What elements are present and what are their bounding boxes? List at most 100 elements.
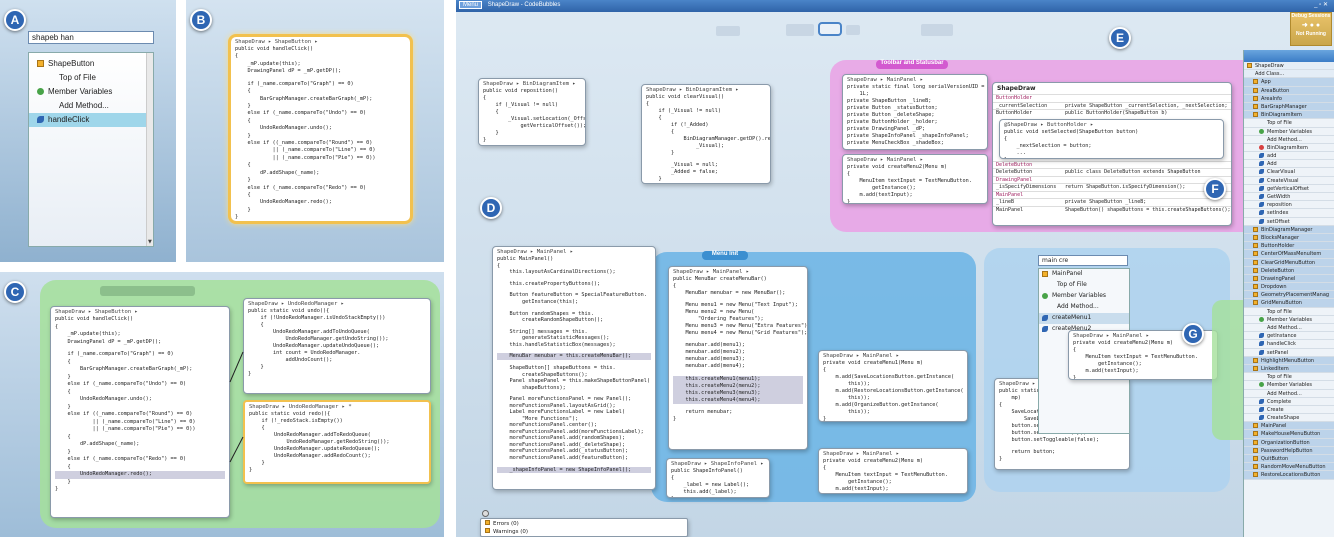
code-bubble-handleclick[interactable]: ShapeDraw ▸ ShapeButton ▸ public void ha… (50, 306, 230, 518)
tree-item[interactable]: Add (1244, 160, 1334, 169)
stop-icon[interactable]: ● (1316, 22, 1320, 29)
tree-item[interactable]: MakeHouseMenuButton (1244, 430, 1334, 439)
tree-item[interactable]: Member Variables (1244, 127, 1334, 136)
code-line[interactable]: menubar.add(menu3); (673, 356, 803, 363)
code-line[interactable]: m.add(SaveLocationsButton.getInstance( (823, 374, 963, 381)
code-line[interactable]: Menu menu3 = new Menu("Extra Features"); (673, 323, 807, 330)
code-line[interactable]: } (248, 364, 426, 371)
code-line[interactable]: } (248, 371, 426, 378)
code-line[interactable]: UndoRedoManager.undo(); (55, 396, 225, 404)
reference-row[interactable]: _lineB private ShapeButton _lineB; (993, 198, 1231, 206)
code-line[interactable]: { (249, 425, 425, 432)
code-line[interactable]: MenuBar menubar = this.createMenuBar(); (497, 353, 651, 360)
code-line[interactable]: { (483, 95, 581, 102)
code-line[interactable]: } (235, 103, 406, 110)
tree-item[interactable]: getVerticalOffset (1244, 184, 1334, 193)
tree-item[interactable]: PasswordHelpButton (1244, 446, 1334, 455)
code-line[interactable]: { (55, 434, 225, 442)
code-line[interactable]: UndoRedoManager.undo(); (235, 125, 406, 132)
code-line[interactable]: public void handleClick() (55, 316, 225, 324)
code-line[interactable]: private Button _statusButton; (847, 105, 983, 112)
problem-row[interactable]: Warnings (0) (485, 528, 683, 536)
list-item[interactable]: ShapeButton (29, 57, 153, 71)
code-line[interactable]: private void createMenu1(Menu m) (823, 360, 963, 367)
code-bubble-reposition[interactable]: ShapeDraw ▸ BinDiagramItem ▸ public void… (478, 78, 586, 146)
tree-item[interactable]: BinDiagramItem (1244, 111, 1334, 120)
code-line[interactable]: || (_name.compareTo("Pie") == 0)) (235, 155, 406, 162)
code-line[interactable]: else if (_name.compareTo("Redo") == 0) (55, 456, 225, 464)
tree-item[interactable]: getInstance (1244, 332, 1334, 341)
code-area[interactable]: public void handleClick(){ _mP.update(th… (231, 45, 410, 223)
tree-item[interactable]: Add Method... (1244, 389, 1334, 398)
code-line[interactable]: { (847, 171, 983, 178)
search-input[interactable]: main cre (1038, 255, 1128, 266)
code-line[interactable]: { (248, 322, 426, 329)
code-line[interactable]: { (1004, 136, 1219, 143)
code-line[interactable]: addUndoCount(); (248, 357, 426, 364)
code-line[interactable]: private DrawingPanel _dP; (847, 126, 983, 133)
code-line[interactable]: moreFunctionsPanel.add(_statusButton); (497, 448, 651, 455)
reference-row[interactable]: _currentSelection private ShapeButton _cu… (993, 101, 1231, 110)
reference-bubble[interactable]: ShapeDraw ButtonHolder _currentSelection p… (992, 82, 1232, 226)
code-line[interactable]: _shapeInfoPanel = new ShapeInfoPanel(); (497, 466, 651, 473)
tree-item[interactable]: Add Method... (1244, 135, 1334, 144)
overview-thumb[interactable] (716, 26, 740, 36)
code-line[interactable]: { (673, 283, 803, 290)
code-line[interactable]: } (646, 150, 766, 157)
code-line[interactable]: } (823, 416, 963, 421)
code-bubble-createmenu2[interactable]: ShapeDraw ▸ MainPanel ▸ private void cre… (842, 154, 988, 204)
code-bubble-mainpanel-fields[interactable]: ShapeDraw ▸ MainPanel ▸ private static f… (842, 74, 988, 150)
code-line[interactable]: UndoRedoManager.addRedoCount(); (249, 453, 425, 460)
code-line[interactable]: private ButtonHolder _holder; (847, 119, 983, 126)
code-area[interactable]: private void createMenu2(Menu m){ MenuIt… (1069, 339, 1217, 379)
code-line[interactable]: public void handleClick() (235, 46, 406, 53)
code-line[interactable]: m.add(textInput); (1073, 368, 1213, 375)
code-line[interactable]: public MenuBar createMenuBar() (673, 276, 803, 283)
code-bubble-handleclick[interactable]: ShapeDraw ▸ ShapeButton ▸ public void ha… (228, 34, 413, 224)
code-area[interactable]: private static final long serialVersionU… (843, 83, 987, 148)
code-area[interactable]: public void reposition(){ if (_Visual !=… (479, 87, 585, 145)
tree-item[interactable]: Member Variables (1244, 381, 1334, 390)
code-line[interactable]: m.add(OrganizeButton.getInstance( (823, 402, 963, 409)
tree-item[interactable]: QuitButton (1244, 455, 1334, 464)
code-line[interactable]: else if (_name.compareTo("Redo") == 0) (235, 185, 406, 192)
code-line[interactable]: BarGraphManager.createBarGraph(_mP); (235, 96, 406, 103)
code-area[interactable]: private void createMenu2(Menu m){ MenuIt… (843, 163, 987, 203)
code-bubble-undo[interactable]: ShapeDraw ▸ UndoRedoManager ▸ public sta… (243, 298, 431, 394)
tree-item[interactable]: GeometryPlacementManag (1244, 291, 1334, 300)
code-bubble-shapeinfopanel[interactable]: ShapeDraw ▸ ShapeInfoPanel ▸ public Shap… (666, 458, 770, 498)
code-line[interactable]: || (_name.compareTo("Line") == 0) (55, 419, 225, 427)
code-line[interactable]: public void setSelected(ShapeButton butt… (1004, 129, 1219, 136)
code-line[interactable]: } (673, 416, 803, 423)
code-line[interactable]: Panel moreFunctionsPanel = new Panel(); (497, 396, 651, 403)
code-line[interactable]: UndoRedoManager.addToRedoQueue( (249, 432, 425, 439)
code-area[interactable]: public void handleClick(){ _mP.update(th… (51, 315, 229, 495)
code-line[interactable]: } (249, 467, 425, 474)
list-item[interactable]: handleClick (29, 113, 153, 127)
reference-row[interactable]: MainPanel ShapeButton() shapeButtons = th… (993, 205, 1231, 214)
code-line[interactable]: Button featureButton = SpecialFeatureBut… (497, 292, 651, 299)
tree-item[interactable]: setOffset (1244, 217, 1334, 226)
code-line[interactable]: public static void redo(){ (249, 411, 425, 418)
code-area[interactable]: public MenuBar createMenuBar(){ MenuBar … (669, 275, 807, 424)
code-line[interactable]: } (671, 496, 765, 497)
tree-item[interactable]: BarGraphManager (1244, 102, 1334, 112)
code-line[interactable]: menubar.add(menu4); (673, 363, 803, 370)
tree-item[interactable]: GridMenuButton (1244, 299, 1334, 308)
code-line[interactable]: UndoRedoManager.addToUndoQueue( (248, 329, 426, 336)
code-line[interactable]: { (235, 118, 406, 125)
code-bubble-createmenu1[interactable]: ShapeDraw ▸ MainPanel ▸ private void cre… (818, 350, 968, 422)
code-line[interactable]: if (_name.compareTo("Graph") == 0) (235, 81, 406, 88)
tree-item[interactable]: BinDiagramItem (1244, 143, 1334, 153)
code-line[interactable]: UndoRedoManager.updateRedoQueue(); (249, 446, 425, 453)
code-line[interactable]: 1L; (847, 91, 983, 98)
code-line[interactable]: private ShapeButton _lineB; (847, 98, 983, 105)
reference-row[interactable]: ButtonHolder (993, 94, 1231, 102)
tree-item[interactable]: ShapeDraw (1244, 62, 1334, 71)
tree-item[interactable]: CreateShape (1244, 414, 1334, 423)
code-line[interactable]: { (646, 129, 766, 136)
pause-icon[interactable]: ● (1310, 22, 1314, 29)
code-bubble-createmenubar[interactable]: ShapeDraw ▸ MainPanel ▸ public MenuBar c… (668, 266, 808, 450)
code-line[interactable]: getInstance(); (1073, 361, 1213, 368)
code-line[interactable]: } (646, 183, 766, 184)
